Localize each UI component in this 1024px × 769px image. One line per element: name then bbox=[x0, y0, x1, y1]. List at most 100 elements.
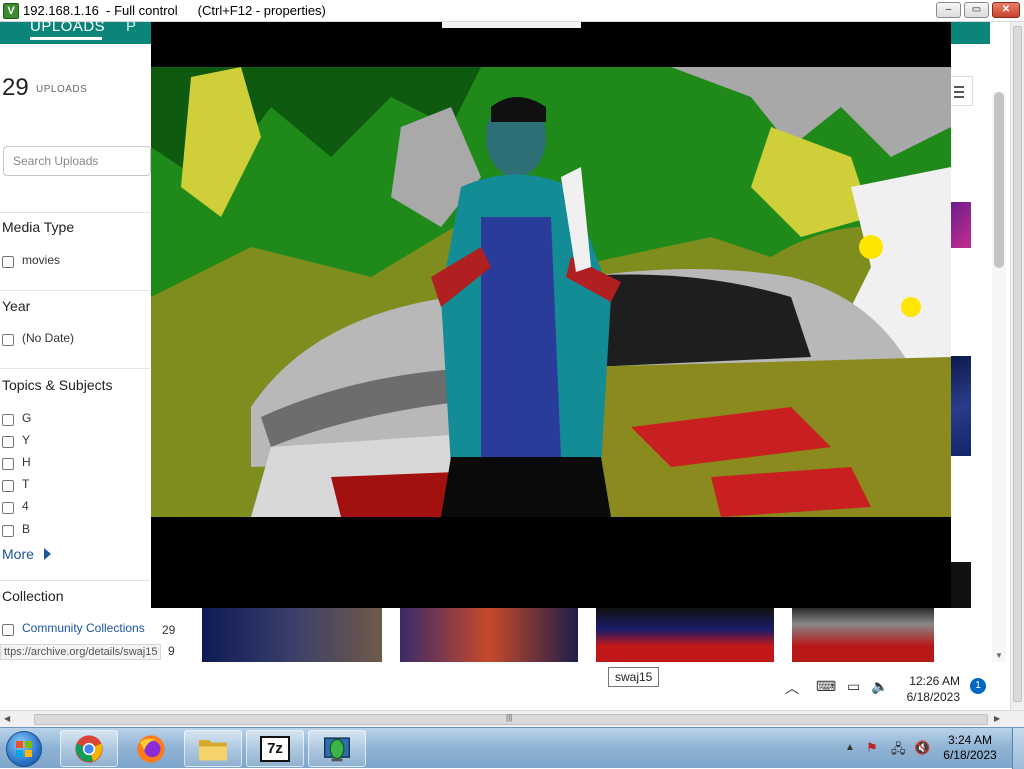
local-clock-date: 6/18/2023 bbox=[943, 748, 997, 762]
thumbnail[interactable] bbox=[202, 608, 382, 662]
thumbnail[interactable] bbox=[400, 608, 578, 662]
uploads-count: 29 bbox=[2, 74, 29, 101]
facet-title-year: Year bbox=[2, 298, 31, 314]
facet-item-topic[interactable]: G bbox=[2, 410, 31, 426]
remote-clock[interactable]: 12:26 AM 6/18/2023 bbox=[904, 673, 960, 705]
vnc-window-title: 192.168.1.16 - Full control bbox=[23, 3, 178, 18]
video-still-image bbox=[151, 67, 951, 517]
lightbox-handle[interactable] bbox=[442, 22, 581, 28]
facet-item-label: H bbox=[22, 455, 31, 469]
facet-divider bbox=[0, 580, 150, 581]
status-bar-url: ttps://archive.org/details/swaj15 bbox=[0, 644, 162, 660]
thumbnail[interactable] bbox=[951, 202, 971, 248]
facet-item-topic[interactable]: 4 bbox=[2, 498, 29, 514]
checkbox[interactable] bbox=[2, 414, 14, 426]
maximize-button[interactable]: ▭ bbox=[964, 2, 989, 18]
facet-item-movies[interactable]: movies bbox=[2, 252, 60, 268]
show-desktop-button[interactable] bbox=[1012, 728, 1024, 769]
uploads-label: UPLOADS bbox=[36, 84, 88, 95]
checkbox[interactable] bbox=[2, 334, 14, 346]
facet-item-label: Community Collections bbox=[22, 621, 145, 635]
facet-divider bbox=[0, 368, 150, 369]
explorer-icon bbox=[199, 739, 227, 760]
more-topics-link[interactable]: More bbox=[2, 546, 51, 562]
scrollbar-grip-icon: ||| bbox=[506, 713, 513, 722]
show-hidden-icons-icon[interactable]: ▲ bbox=[845, 742, 855, 753]
taskbar-explorer-button[interactable] bbox=[184, 730, 242, 767]
facet-item-label: (No Date) bbox=[22, 331, 75, 345]
checkbox[interactable] bbox=[2, 480, 14, 492]
7zip-icon: 7z bbox=[260, 735, 290, 762]
windows-start-orb-icon[interactable] bbox=[6, 731, 42, 767]
more-topics-label: More bbox=[2, 546, 34, 562]
scrollbar-thumb[interactable] bbox=[994, 92, 1004, 268]
facet-item-label: movies bbox=[22, 253, 61, 267]
local-clock[interactable]: 3:24 AM 6/18/2023 bbox=[940, 733, 1000, 763]
thumbnail[interactable] bbox=[951, 356, 971, 456]
checkbox[interactable] bbox=[2, 502, 14, 514]
vnc-logo-icon: V bbox=[3, 2, 19, 19]
tab-next[interactable]: P bbox=[126, 22, 136, 35]
search-uploads-input[interactable]: Search Uploads bbox=[3, 146, 151, 176]
taskbar-7zip-button[interactable]: 7z bbox=[246, 730, 304, 767]
close-button[interactable]: ✕ bbox=[992, 2, 1020, 18]
facet-item-topic[interactable]: B bbox=[2, 521, 30, 537]
facet-item-no-date[interactable]: (No Date) bbox=[2, 330, 74, 346]
thumbnail[interactable] bbox=[951, 562, 971, 608]
facet-item-count: 29 bbox=[162, 623, 176, 637]
vnc-titlebar: V 192.168.1.16 - Full control (Ctrl+F12 … bbox=[0, 0, 1024, 22]
network-icon[interactable]: ▭ bbox=[847, 678, 860, 695]
firefox-icon bbox=[137, 734, 165, 763]
facet-item-count: 9 bbox=[168, 644, 175, 658]
checkbox[interactable] bbox=[2, 525, 14, 537]
vnc-horizontal-scrollbar[interactable]: ◀ ||| ▶ bbox=[0, 710, 1024, 727]
checkbox[interactable] bbox=[2, 624, 14, 636]
thumbnail[interactable] bbox=[596, 608, 774, 662]
facet-item-label: G bbox=[22, 411, 32, 425]
facet-item-label: Y bbox=[22, 433, 31, 447]
chevron-right-icon bbox=[43, 548, 51, 560]
keyboard-icon[interactable]: ⌨ bbox=[816, 678, 836, 695]
volume-icon[interactable]: 🔈 bbox=[871, 678, 888, 695]
network-icon[interactable]: 🖧 bbox=[891, 740, 906, 762]
facet-item-topic[interactable]: T bbox=[2, 476, 29, 492]
facet-divider bbox=[0, 212, 150, 213]
vnc-window-hint: (Ctrl+F12 - properties) bbox=[197, 3, 326, 18]
minimize-button[interactable]: – bbox=[936, 2, 961, 18]
scroll-left-arrow-icon[interactable]: ◀ bbox=[4, 714, 10, 723]
facet-item-topic[interactable]: H bbox=[2, 454, 31, 470]
facet-item-label: 4 bbox=[22, 499, 29, 513]
taskbar-firefox-button[interactable] bbox=[122, 730, 180, 767]
vnc-vertical-scrollbar[interactable] bbox=[1010, 22, 1024, 710]
action-center-icon[interactable]: ⚑ bbox=[866, 740, 878, 756]
volume-muted-icon[interactable]: 🔇 bbox=[914, 740, 930, 756]
remote-screen: UPLOADS P 29 UPLOADS Search Uploads Medi… bbox=[0, 22, 1010, 662]
thumbnail-strip bbox=[202, 608, 972, 662]
scroll-down-arrow-icon[interactable]: ▼ bbox=[995, 651, 1003, 660]
facet-divider bbox=[0, 290, 150, 291]
facet-item-community-collections[interactable]: Community Collections bbox=[2, 620, 145, 636]
local-clock-time: 3:24 AM bbox=[947, 733, 993, 747]
checkbox[interactable] bbox=[2, 458, 14, 470]
taskbar-vnc-button[interactable] bbox=[308, 730, 366, 767]
taskbar-chrome-button[interactable] bbox=[60, 730, 118, 767]
facet-item-topic[interactable]: Y bbox=[2, 432, 30, 448]
scroll-right-arrow-icon[interactable]: ▶ bbox=[994, 714, 1000, 723]
local-taskbar: 7z ▲ ⚑ 🖧 🔇 3:24 AM 6/18/2023 bbox=[0, 727, 1024, 769]
checkbox[interactable] bbox=[2, 436, 14, 448]
remote-clock-date: 6/18/2023 bbox=[906, 690, 960, 704]
scrollbar-thumb[interactable] bbox=[1013, 26, 1022, 702]
facet-item-label: T bbox=[22, 477, 30, 491]
tab-uploads[interactable]: UPLOADS bbox=[30, 22, 105, 40]
chrome-icon bbox=[75, 734, 103, 763]
facet-title-topics: Topics & Subjects bbox=[2, 377, 113, 393]
checkbox[interactable] bbox=[2, 256, 14, 268]
facet-title-collection: Collection bbox=[2, 588, 64, 604]
thumbnail[interactable] bbox=[792, 608, 934, 662]
video-lightbox[interactable] bbox=[151, 22, 951, 608]
video-frame[interactable] bbox=[151, 67, 951, 517]
taskbar-tooltip: swaj15 bbox=[608, 667, 660, 687]
page-scrollbar[interactable]: ▼ bbox=[992, 92, 1006, 662]
notification-badge[interactable]: 1 bbox=[970, 678, 986, 694]
chevron-up-icon[interactable]: ︿ bbox=[785, 678, 799, 698]
